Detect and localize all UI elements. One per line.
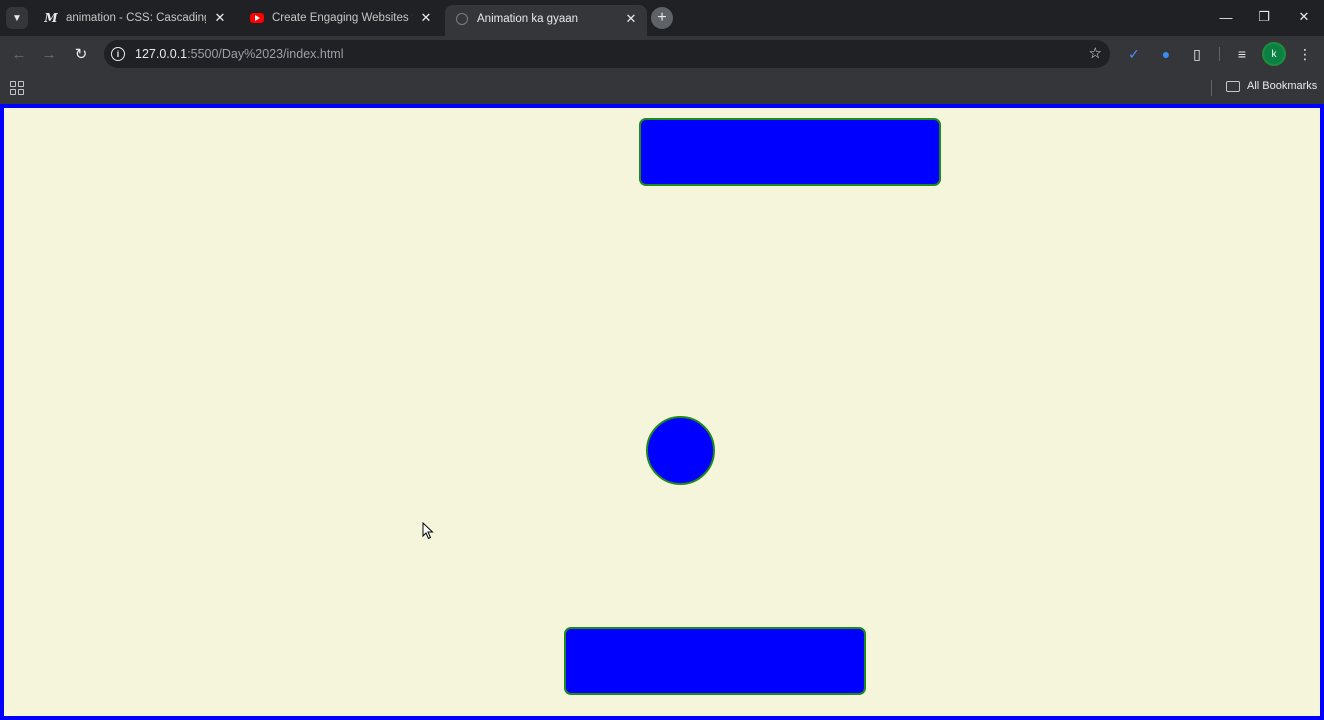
forward-button[interactable]: → bbox=[35, 40, 63, 68]
toolbar: ← → ↻ i 127.0.0.1:5500/Day%2023/index.ht… bbox=[0, 36, 1324, 72]
close-icon[interactable]: ✕ bbox=[623, 11, 639, 27]
water-drop-icon[interactable]: ● bbox=[1156, 44, 1176, 64]
restore-button[interactable]: ❐ bbox=[1244, 0, 1284, 34]
tab-title: animation - CSS: Cascading Sty bbox=[66, 12, 206, 24]
new-tab-button[interactable]: + bbox=[651, 7, 673, 29]
url-path: :5500/Day%2023/index.html bbox=[187, 47, 344, 61]
circle bbox=[646, 416, 715, 485]
page-viewport bbox=[0, 104, 1324, 720]
info-icon[interactable]: i bbox=[111, 47, 125, 61]
minimize-icon: — bbox=[1219, 9, 1233, 25]
apps-grid-icon[interactable] bbox=[10, 81, 24, 95]
reload-icon: ↻ bbox=[74, 46, 88, 63]
bookmark-star-icon[interactable]: ☆ bbox=[1089, 44, 1102, 62]
reload-button[interactable]: ↻ bbox=[67, 40, 95, 68]
profile-avatar[interactable]: k bbox=[1264, 44, 1284, 64]
menu-kebab-icon[interactable]: ⋮ bbox=[1295, 44, 1315, 64]
mdn-icon: M bbox=[44, 11, 58, 25]
extensions-puzzle-icon[interactable]: ▯ bbox=[1187, 44, 1207, 64]
url-host: 127.0.0.1 bbox=[135, 47, 188, 61]
restore-icon: ❐ bbox=[1258, 9, 1270, 24]
minimize-button[interactable]: — bbox=[1206, 0, 1246, 34]
tab-animation[interactable]: Animation ka gyaan ✕ bbox=[445, 5, 647, 36]
bookmarks-divider bbox=[1211, 80, 1212, 96]
address-bar[interactable]: i 127.0.0.1:5500/Day%2023/index.html ☆ bbox=[104, 40, 1110, 68]
chevron-down-icon: ▼ bbox=[12, 12, 22, 24]
arrow-left-icon: ← bbox=[11, 45, 27, 63]
plus-icon: + bbox=[657, 9, 667, 26]
folder-icon bbox=[1226, 80, 1240, 92]
close-icon[interactable]: ✕ bbox=[418, 10, 434, 26]
toolbar-divider bbox=[1219, 47, 1220, 61]
all-bookmarks-button[interactable]: All Bookmarks bbox=[1226, 80, 1317, 92]
close-icon: ✕ bbox=[1298, 9, 1310, 24]
bookmarks-bar: All Bookmarks bbox=[0, 72, 1324, 104]
tab-title: Create Engaging Websites with bbox=[272, 12, 412, 24]
tab-strip: ▼ M animation - CSS: Cascading Sty ✕ Cre… bbox=[0, 0, 1324, 36]
tab-mdn[interactable]: M animation - CSS: Cascading Sty ✕ bbox=[34, 5, 236, 31]
close-window-button[interactable]: ✕ bbox=[1284, 0, 1324, 34]
tab-youtube[interactable]: Create Engaging Websites with ✕ bbox=[240, 5, 442, 31]
bottom-rectangle bbox=[564, 627, 866, 695]
top-rectangle bbox=[639, 118, 941, 186]
globe-icon bbox=[455, 12, 469, 26]
youtube-icon bbox=[250, 11, 264, 25]
mouse-cursor-icon bbox=[422, 522, 434, 540]
tab-title: Animation ka gyaan bbox=[477, 12, 579, 25]
url-text[interactable]: 127.0.0.1:5500/Day%2023/index.html bbox=[135, 47, 344, 61]
close-icon[interactable]: ✕ bbox=[212, 10, 228, 26]
back-button[interactable]: ← bbox=[5, 40, 33, 68]
extension-blue-icon[interactable]: ✓ bbox=[1124, 44, 1144, 64]
arrow-right-icon: → bbox=[41, 45, 57, 63]
all-bookmarks-label: All Bookmarks bbox=[1247, 80, 1318, 92]
media-queue-icon[interactable]: ≡ bbox=[1232, 44, 1252, 64]
tab-search-button[interactable]: ▼ bbox=[6, 7, 28, 29]
